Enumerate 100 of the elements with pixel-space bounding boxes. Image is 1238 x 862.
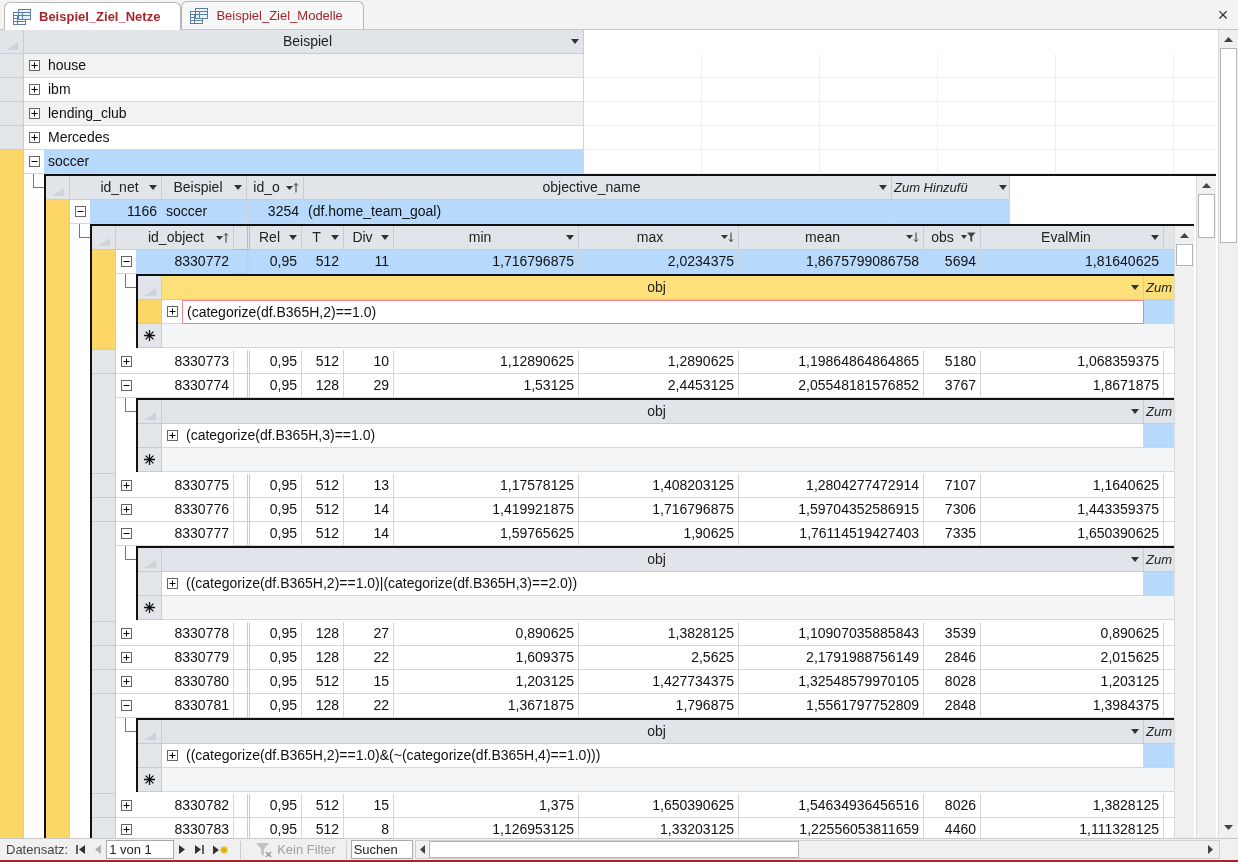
expand-toggle[interactable] <box>120 356 132 367</box>
table-cell: 512 <box>302 498 344 522</box>
new-record-icon <box>144 454 155 465</box>
column-header[interactable]: max <box>579 226 739 250</box>
expand-toggle[interactable] <box>28 132 40 143</box>
column-header[interactable]: id_net <box>90 176 162 200</box>
table-cell: (categorize(df.B365H,2)==1.0) <box>182 300 1144 324</box>
table-cell: 1,796875 <box>579 694 739 718</box>
vertical-scrollbar[interactable] <box>1218 30 1238 838</box>
scroll-left-icon[interactable] <box>419 845 425 854</box>
select-all-button[interactable] <box>138 720 162 744</box>
scroll-up-icon[interactable] <box>1180 233 1189 238</box>
column-header[interactable]: id_object <box>136 226 234 250</box>
column-header[interactable]: obj <box>182 720 1144 744</box>
column-header[interactable]: Beispiel <box>44 30 584 54</box>
expand-toggle[interactable] <box>120 800 132 811</box>
table-cell: 1,068359375 <box>981 350 1164 374</box>
scroll-up-icon[interactable] <box>1202 183 1211 188</box>
column-header[interactable]: EvalMin <box>981 226 1164 250</box>
column-header[interactable]: obj <box>182 400 1144 424</box>
table-cell: (df.home_team_goal) <box>304 200 892 224</box>
expand-toggle[interactable] <box>166 578 178 589</box>
table-cell: 1,76114519427403 <box>739 522 924 546</box>
expand-toggle[interactable] <box>28 108 40 119</box>
table-cell: 1,53125 <box>394 374 579 398</box>
search-field[interactable]: Suchen <box>350 840 413 859</box>
scroll-thumb[interactable] <box>428 841 799 858</box>
expand-toggle[interactable] <box>120 628 132 639</box>
select-all-button[interactable] <box>92 226 116 250</box>
new-record-selector[interactable] <box>138 324 162 348</box>
expand-toggle[interactable] <box>166 306 178 317</box>
expand-toggle[interactable] <box>120 480 132 491</box>
select-all-button[interactable] <box>0 30 24 54</box>
expand-toggle[interactable] <box>120 256 132 267</box>
column-header[interactable]: mean <box>739 226 924 250</box>
column-header[interactable]: id_o <box>247 176 304 200</box>
table-cell: 1,650390625 <box>981 522 1164 546</box>
table-cell: 1,3671875 <box>394 694 579 718</box>
expand-toggle[interactable] <box>28 156 40 167</box>
horizontal-scrollbar[interactable] <box>414 840 1220 859</box>
dropdown-icon <box>1131 409 1139 414</box>
vertical-scrollbar[interactable] <box>1174 226 1194 838</box>
column-header[interactable]: obj <box>182 276 1144 300</box>
expand-toggle[interactable] <box>120 504 132 515</box>
column-header[interactable]: obs <box>924 226 981 250</box>
table-cell: 1,17578125 <box>394 474 579 498</box>
expand-toggle[interactable] <box>120 528 132 539</box>
table-cell: 5180 <box>924 350 981 374</box>
select-all-button[interactable] <box>46 176 70 200</box>
expand-toggle[interactable] <box>166 430 178 441</box>
column-header[interactable]: Beispiel <box>162 176 247 200</box>
table-cell: 128 <box>302 694 344 718</box>
column-header[interactable]: Zum <box>1144 548 1175 572</box>
document-tab[interactable]: Beispiel_Ziel_Netze <box>4 2 182 30</box>
record-field[interactable]: 1 von 1 <box>106 840 175 859</box>
column-header[interactable]: Zum Hinzufü <box>892 176 1010 200</box>
column-header[interactable]: objective_name <box>304 176 892 200</box>
column-header[interactable]: T <box>302 226 344 250</box>
expand-toggle[interactable] <box>120 676 132 687</box>
new-record-selector[interactable] <box>138 768 162 792</box>
dropdown-icon <box>1131 285 1139 290</box>
expand-toggle[interactable] <box>120 380 132 391</box>
document-tab[interactable]: Beispiel_Ziel_Modelle <box>181 1 364 29</box>
table-cell: 512 <box>302 350 344 374</box>
expand-toggle[interactable] <box>28 84 40 95</box>
expand-toggle[interactable] <box>74 206 86 217</box>
select-all-button[interactable] <box>138 548 162 572</box>
column-header[interactable]: Div <box>344 226 394 250</box>
table-cell: 1,54634936456516 <box>739 794 924 818</box>
expand-toggle[interactable] <box>120 652 132 663</box>
table-cell: 128 <box>302 374 344 398</box>
column-header[interactable]: obj <box>182 548 1144 572</box>
scroll-thumb[interactable] <box>1220 48 1237 243</box>
scroll-right-icon[interactable] <box>1208 845 1213 854</box>
close-button[interactable]: × <box>1208 1 1238 29</box>
expand-toggle[interactable] <box>28 60 40 71</box>
scroll-thumb[interactable] <box>1176 244 1193 266</box>
column-header[interactable]: Zum <box>1144 276 1175 300</box>
scroll-thumb[interactable] <box>1198 194 1215 238</box>
select-all-button[interactable] <box>138 400 162 424</box>
table-cell: 1,59765625 <box>394 522 579 546</box>
expand-toggle[interactable] <box>120 700 132 711</box>
scroll-up-icon[interactable] <box>1224 37 1233 42</box>
table-cell: 2,4453125 <box>579 374 739 398</box>
column-header[interactable]: Zum <box>1144 720 1175 744</box>
expand-toggle[interactable] <box>166 750 178 761</box>
column-header[interactable]: Zum <box>1144 400 1175 424</box>
scroll-down-icon[interactable] <box>1224 825 1233 830</box>
column-header[interactable]: min <box>394 226 579 250</box>
table-cell: 1,1640625 <box>981 474 1164 498</box>
table-cell: 10 <box>344 350 394 374</box>
select-all-button[interactable] <box>138 276 162 300</box>
expand-toggle[interactable] <box>120 824 132 835</box>
sort-ascending-icon <box>286 182 299 193</box>
table-cell: 1,716796875 <box>579 498 739 522</box>
column-header[interactable]: Rel <box>250 226 302 250</box>
new-record-selector[interactable] <box>138 448 162 472</box>
vertical-scrollbar[interactable] <box>1196 176 1216 838</box>
new-record-selector[interactable] <box>138 596 162 620</box>
new-record-icon <box>212 844 229 855</box>
